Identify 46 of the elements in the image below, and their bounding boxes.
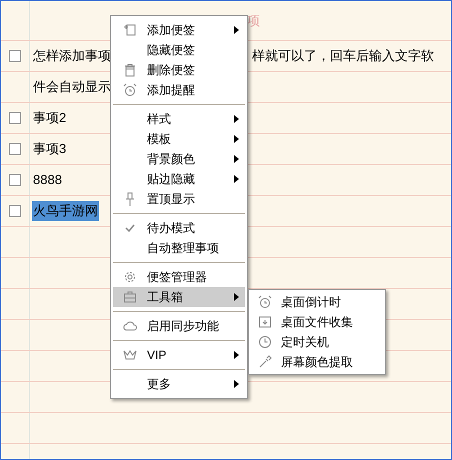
note-icon: [123, 23, 137, 37]
todo-text: 事项3: [32, 140, 68, 158]
menu-item[interactable]: 启用同步功能: [113, 316, 245, 336]
menu-item[interactable]: VIP: [113, 345, 245, 365]
menu-item[interactable]: 自动整理事项: [113, 238, 245, 258]
menu-item[interactable]: 贴边隐藏: [113, 169, 245, 189]
cloud-icon: [123, 319, 137, 333]
menu-item[interactable]: 模板: [113, 129, 245, 149]
menu-item[interactable]: 隐藏便签: [113, 40, 245, 60]
menu-item[interactable]: 屏幕颜色提取: [249, 352, 385, 372]
menu-item[interactable]: 背景颜色: [113, 149, 245, 169]
folder-icon: [258, 315, 272, 329]
todo-text: 怎样添加事项: [32, 47, 112, 66]
checkbox[interactable]: [9, 205, 21, 217]
gear-icon: [123, 270, 137, 284]
menu-item[interactable]: 更多: [113, 374, 245, 394]
todo-text: 样就可以了，回车后输入文字软: [252, 47, 434, 66]
menu-item[interactable]: 工具箱: [113, 287, 245, 307]
todo-text: 件会自动显示: [32, 78, 112, 96]
menu-item[interactable]: 样式: [113, 109, 245, 129]
menu-item[interactable]: 桌面文件收集: [249, 312, 385, 332]
checkbox[interactable]: [9, 50, 21, 62]
todo-text: 事项2: [32, 109, 68, 128]
menu-item[interactable]: 便签管理器: [113, 267, 245, 287]
alarm-clock-icon: [123, 83, 137, 97]
menu-item[interactable]: 添加提醒: [113, 80, 245, 100]
todo-text: 火鸟手游网: [32, 201, 99, 221]
crown-icon: [123, 348, 137, 362]
menu-item[interactable]: 置顶显示: [113, 189, 245, 209]
menu-item[interactable]: 添加便签: [113, 20, 245, 40]
eyedropper-icon: [258, 355, 272, 369]
menu-item[interactable]: 定时关机: [249, 332, 385, 352]
clock-icon: [258, 335, 272, 349]
trash-icon: [123, 63, 137, 77]
toolbox-icon: [123, 290, 137, 304]
todo-text: 8888: [32, 171, 63, 190]
checkbox[interactable]: [9, 112, 21, 124]
menu-item[interactable]: 待办模式: [113, 218, 245, 238]
checkbox[interactable]: [9, 143, 21, 155]
checkbox[interactable]: [9, 174, 21, 186]
menu-item[interactable]: 桌面倒计时: [249, 292, 385, 312]
header-text: 项: [247, 12, 260, 30]
menu-item[interactable]: 删除便签: [113, 60, 245, 80]
pin-icon: [123, 192, 137, 206]
check-icon: [125, 223, 135, 233]
alarm-clock-icon: [258, 295, 272, 309]
